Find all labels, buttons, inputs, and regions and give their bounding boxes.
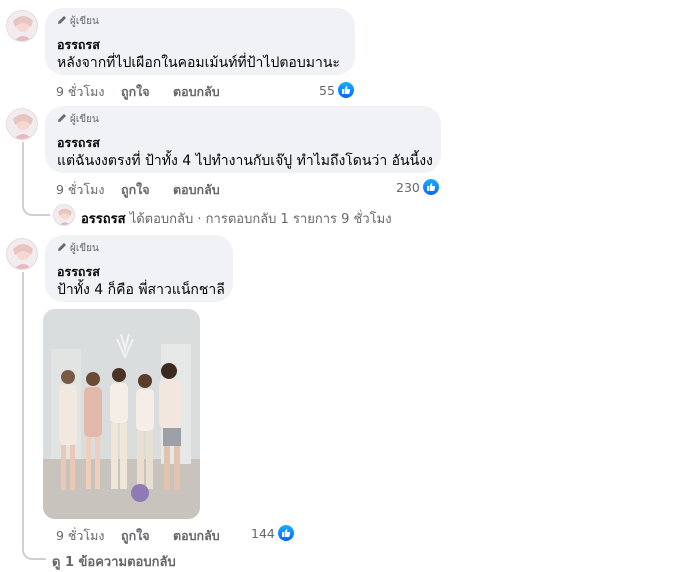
comment-time[interactable]: 9 ชั่วโมง xyxy=(56,180,105,200)
reaction-count: 55 xyxy=(319,82,335,98)
reaction-summary[interactable]: 230 xyxy=(396,179,439,195)
comment-text: ป้าทั้ง 4 ก็คือ พี่สาวแน็กชาลี xyxy=(57,282,225,298)
avatar[interactable] xyxy=(6,238,38,270)
author-badge-label: ผู้เขียน xyxy=(70,243,99,254)
avatar[interactable] xyxy=(6,108,38,140)
reply-summary[interactable]: อรรถรส ได้ตอบกลับ · การตอบกลับ 1 รายการ … xyxy=(81,208,392,229)
comment-bubble: ผู้เขียน อรรถรส แต่ฉันงงตรงที่ ป้าทั้ง 4… xyxy=(45,106,441,173)
view-replies-link[interactable]: ดู 1 ข้อความตอบกลับ xyxy=(52,551,176,572)
comment-bubble: ผู้เขียน อรรถรส หลังจากที่ไปเผือกในคอมเม… xyxy=(45,8,355,75)
reply-summary-time: 9 ชั่วโมง xyxy=(341,212,392,227)
comment-time[interactable]: 9 ชั่วโมง xyxy=(56,526,105,546)
reply-summary-text: ได้ตอบกลับ · การตอบกลับ 1 รายการ xyxy=(129,212,338,227)
like-icon xyxy=(337,82,354,98)
comment-photo[interactable] xyxy=(43,309,200,519)
thread-connector xyxy=(22,142,50,216)
reply-button[interactable]: ตอบกลับ xyxy=(173,180,220,200)
like-button[interactable]: ถูกใจ xyxy=(121,82,150,102)
author-badge-label: ผู้เขียน xyxy=(70,16,99,27)
reply-avatar[interactable] xyxy=(53,204,75,226)
avatar[interactable] xyxy=(6,10,38,42)
thread-connector xyxy=(22,272,46,560)
reaction-count: 144 xyxy=(251,525,275,541)
reaction-summary[interactable]: 144 xyxy=(251,525,294,541)
comment-text: หลังจากที่ไปเผือกในคอมเม้นท์ที่ป้าไปตอบม… xyxy=(57,55,340,71)
author-badge: ผู้เขียน xyxy=(57,14,99,29)
author-badge-label: ผู้เขียน xyxy=(70,114,99,125)
author-badge: ผู้เขียน xyxy=(57,112,99,127)
comment-actions: 9 ชั่วโมง ถูกใจ ตอบกลับ xyxy=(56,180,256,197)
author-badge: ผู้เขียน xyxy=(57,241,99,256)
comment-actions: 9 ชั่วโมง ถูกใจ ตอบกลับ xyxy=(56,526,256,543)
reaction-count: 230 xyxy=(396,179,420,195)
like-button[interactable]: ถูกใจ xyxy=(121,526,150,546)
reaction-summary[interactable]: 55 xyxy=(319,82,354,98)
reply-summary-name: อรรถรส xyxy=(81,212,126,227)
comment-actions: 9 ชั่วโมง ถูกใจ ตอบกลับ xyxy=(56,82,256,99)
reply-button[interactable]: ตอบกลับ xyxy=(173,82,220,102)
pencil-icon xyxy=(57,242,67,255)
like-button[interactable]: ถูกใจ xyxy=(121,180,150,200)
comment-text: แต่ฉันงงตรงที่ ป้าทั้ง 4 ไปทำงานกับเจ๊ปู… xyxy=(57,153,433,169)
reply-button[interactable]: ตอบกลับ xyxy=(173,526,220,546)
comment-bubble: ผู้เขียน อรรถรส ป้าทั้ง 4 ก็คือ พี่สาวแน… xyxy=(45,235,233,302)
comment-time[interactable]: 9 ชั่วโมง xyxy=(56,82,105,102)
like-icon xyxy=(277,525,294,541)
like-icon xyxy=(422,179,439,195)
pencil-icon xyxy=(57,113,67,126)
pencil-icon xyxy=(57,15,67,28)
